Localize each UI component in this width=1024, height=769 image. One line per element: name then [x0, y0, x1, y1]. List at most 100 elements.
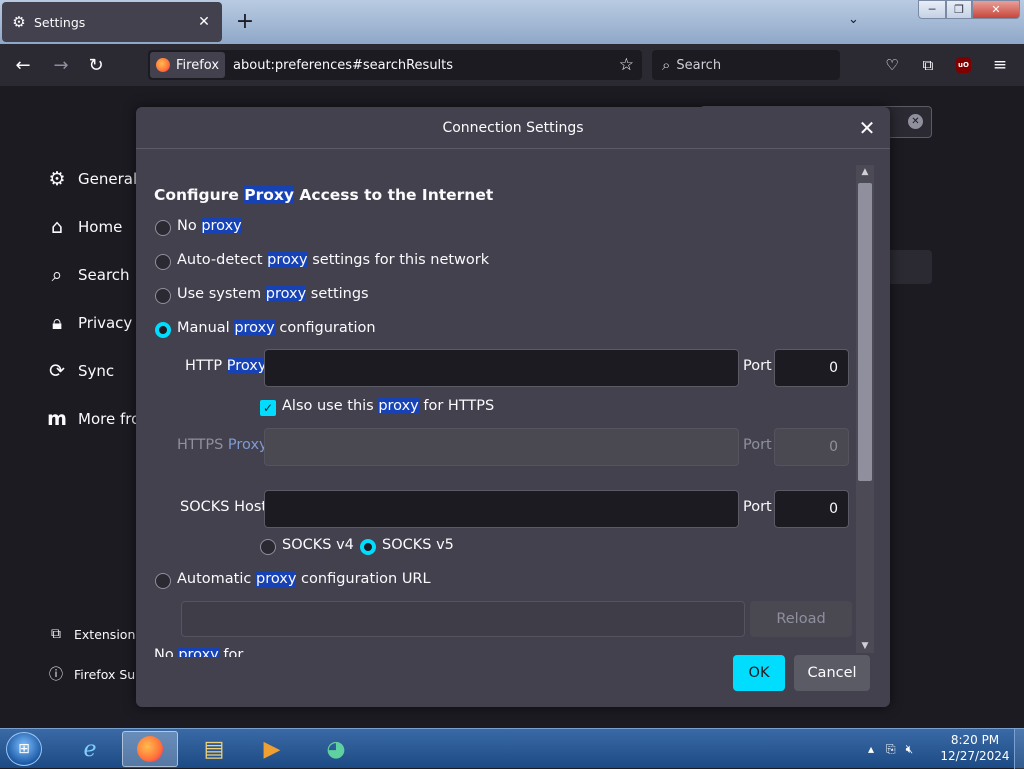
show-desktop-button[interactable] [1014, 729, 1024, 769]
socks-host-label: SOCKS Host [180, 499, 268, 515]
manual-proxy-label[interactable]: Manual proxy configuration [177, 320, 376, 336]
firefox-logo-icon [156, 58, 170, 72]
bookmark-star-icon[interactable]: ☆ [619, 55, 634, 75]
dialog-title: Connection Settings [442, 119, 584, 136]
sidebar-item-privacy[interactable]: 🔒︎ Privacy & [44, 312, 149, 334]
https-port-input[interactable]: 0 [774, 428, 849, 466]
system-tray: ▴ ⎘ 🔇︎ [868, 729, 913, 769]
socks-v4-radio[interactable] [260, 539, 276, 555]
search-icon: ⌕ [662, 56, 671, 74]
gear-icon: ⚙ [12, 13, 26, 31]
proxy-heading: Configure Proxy Access to the Internet [154, 186, 494, 204]
http-proxy-input[interactable] [264, 349, 739, 387]
taskbar-clock[interactable]: 8:20 PM 12/27/2024 [940, 732, 1010, 764]
system-proxy-radio[interactable] [155, 288, 171, 304]
lock-icon: 🔒︎ [51, 312, 63, 334]
home-icon: ⌂ [50, 216, 64, 238]
ok-button[interactable]: OK [733, 655, 785, 691]
tab-strip: ⚙ Settings ✕ + ⌄ ─ ❐ ✕ [0, 0, 1024, 44]
tab-title: Settings [34, 14, 86, 30]
start-button[interactable]: ⊞ [6, 732, 42, 766]
socks-v4-label[interactable]: SOCKS v4 [282, 537, 354, 553]
socks-v5-label[interactable]: SOCKS v5 [382, 537, 454, 553]
system-proxy-label[interactable]: Use system proxy settings [177, 286, 369, 302]
pocket-icon[interactable]: ♡ [881, 54, 903, 76]
sidebar-item-more-from-mozilla[interactable]: m More fro [44, 408, 140, 430]
search-icon: ⌕ [51, 264, 63, 286]
no-proxy-radio[interactable] [155, 220, 171, 236]
close-window-button[interactable]: ✕ [972, 0, 1020, 19]
network-icon[interactable]: ⎘ [886, 742, 896, 757]
cancel-button[interactable]: Cancel [794, 655, 870, 691]
sidebar-item-search[interactable]: ⌕ Search [44, 264, 130, 286]
url-text[interactable]: about:preferences#searchResults [233, 58, 619, 73]
dialog-content: Configure Proxy Access to the Internet N… [136, 150, 858, 657]
internet-explorer-icon[interactable]: ℯ [62, 731, 118, 767]
connection-settings-dialog: Connection Settings ✕ Configure Proxy Ac… [136, 107, 890, 707]
clock-date: 12/27/2024 [940, 749, 1010, 763]
https-port-label: Port [743, 437, 772, 453]
reload-icon[interactable]: ↻ [83, 52, 109, 78]
volume-muted-icon[interactable]: 🔇︎ [906, 742, 914, 757]
socks-port-label: Port [743, 499, 772, 515]
https-proxy-input[interactable] [264, 428, 739, 466]
back-arrow-icon[interactable]: ← [10, 52, 36, 78]
identity-box[interactable]: Firefox [150, 52, 226, 78]
clear-search-icon[interactable]: ✕ [908, 114, 923, 129]
maximize-button[interactable]: ❐ [946, 0, 972, 19]
scroll-up-icon[interactable]: ▲ [856, 165, 874, 179]
gear-icon: ⚙ [48, 168, 66, 190]
socks-v5-radio[interactable] [360, 539, 376, 555]
http-port-input[interactable]: 0 [774, 349, 849, 387]
scrollbar-thumb[interactable] [858, 183, 872, 481]
new-tab-button[interactable]: + [234, 9, 256, 35]
socks-port-input[interactable]: 0 [774, 490, 849, 528]
app-bird-icon[interactable]: ◕ [308, 731, 364, 767]
also-https-label[interactable]: Also use this proxy for HTTPS [282, 398, 494, 414]
scroll-down-icon[interactable]: ▼ [856, 639, 874, 653]
close-dialog-icon[interactable]: ✕ [856, 117, 878, 139]
https-proxy-label: HTTPS Proxy [177, 437, 268, 453]
mozilla-icon: m [47, 408, 67, 430]
sidebar-item-home[interactable]: ⌂ Home [44, 216, 122, 238]
no-proxy-for-label: No proxy for [154, 647, 243, 657]
also-https-checkbox[interactable]: ✓ [260, 400, 276, 416]
no-proxy-label[interactable]: No proxy [177, 218, 242, 234]
sidebar-item-support[interactable]: ⓘ Firefox Su [46, 664, 135, 684]
puzzle-icon: ⧉ [51, 626, 61, 642]
auto-detect-label[interactable]: Auto-detect proxy settings for this netw… [177, 252, 489, 268]
sidebar-item-sync[interactable]: ⟳ Sync [44, 360, 114, 382]
sidebar-item-extensions[interactable]: ⧉ Extension [46, 626, 135, 642]
auto-detect-radio[interactable] [155, 254, 171, 270]
minimize-button[interactable]: ─ [918, 0, 946, 19]
close-tab-icon[interactable]: ✕ [194, 14, 214, 30]
sync-icon: ⟳ [49, 360, 65, 382]
clock-time: 8:20 PM [950, 733, 1000, 747]
ublock-origin-icon[interactable]: uO [956, 57, 971, 73]
extensions-puzzle-icon[interactable]: ⧉ [917, 54, 939, 76]
http-port-label: Port [743, 358, 772, 374]
file-explorer-icon[interactable]: ▤ [186, 731, 242, 767]
firefox-taskbar-icon[interactable] [122, 731, 178, 767]
windows-taskbar: ⊞ ℯ ▤ ▶ ◕ ▴ ⎘ 🔇︎ 8:20 PM 12/27/2024 [0, 728, 1024, 769]
auto-proxy-url-label[interactable]: Automatic proxy configuration URL [177, 571, 431, 587]
list-all-tabs-chevron-icon[interactable]: ⌄ [848, 12, 859, 27]
tray-expand-icon[interactable]: ▴ [868, 742, 874, 756]
forward-arrow-icon[interactable]: → [48, 52, 74, 78]
media-player-icon[interactable]: ▶ [244, 731, 300, 767]
sidebar-item-general[interactable]: ⚙ General [44, 168, 137, 190]
auto-proxy-url-input[interactable] [181, 601, 745, 637]
help-icon: ⓘ [49, 667, 63, 683]
tab-settings[interactable]: ⚙ Settings ✕ [2, 2, 222, 42]
hamburger-menu-icon[interactable]: ≡ [989, 54, 1011, 76]
window-controls: ─ ❐ ✕ [918, 0, 1020, 19]
auto-proxy-url-radio[interactable] [155, 573, 171, 589]
url-bar[interactable]: Firefox about:preferences#searchResults … [148, 50, 642, 80]
dialog-scrollbar[interactable]: ▲ ▼ [856, 165, 874, 653]
search-bar[interactable]: ⌕ Search [652, 50, 840, 80]
dialog-titlebar: Connection Settings ✕ [136, 107, 890, 149]
manual-proxy-radio[interactable] [155, 322, 171, 338]
identity-label: Firefox [176, 57, 220, 73]
socks-host-input[interactable] [264, 490, 739, 528]
reload-button[interactable]: Reload [750, 601, 852, 637]
